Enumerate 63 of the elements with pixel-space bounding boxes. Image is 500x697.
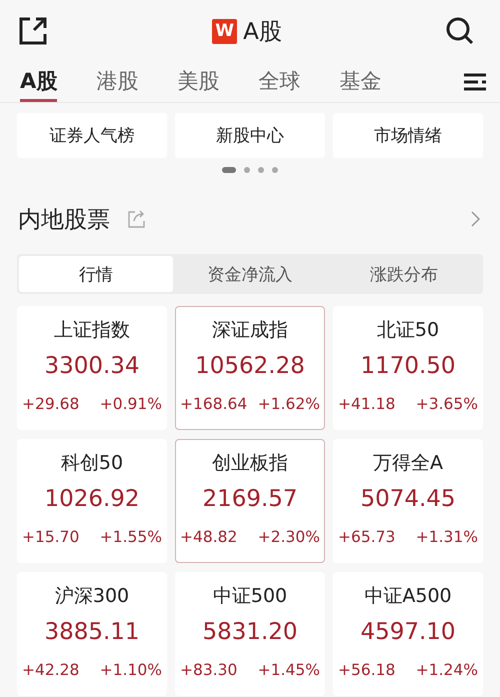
index-card[interactable]: 中证500 5831.20 +83.30 +1.45%	[175, 572, 325, 696]
index-card[interactable]: 深证成指 10562.28 +168.64 +1.62%	[175, 306, 325, 430]
index-name: 中证A500	[364, 584, 452, 609]
market-tab[interactable]: A股	[20, 62, 58, 102]
change-value: +29.68	[22, 395, 80, 413]
market-tab[interactable]: 全球	[258, 62, 300, 102]
index-value: 1026.92	[44, 486, 140, 514]
menu-icon[interactable]	[464, 72, 486, 92]
change-percent: +3.65%	[416, 395, 478, 413]
index-value: 5074.45	[360, 486, 456, 514]
chevron-right-icon[interactable]	[470, 211, 480, 227]
change-percent: +1.45%	[258, 661, 320, 679]
change-percent: +1.31%	[416, 528, 478, 546]
index-name: 科创50	[60, 451, 124, 476]
index-name: 万得全A	[373, 451, 443, 476]
index-card[interactable]: 中证A500 4597.10 +56.18 +1.24%	[333, 572, 483, 696]
change-value: +15.70	[22, 528, 80, 546]
index-value: 4597.10	[360, 619, 456, 647]
change-value: +41.18	[338, 395, 396, 413]
index-value: 3885.11	[44, 619, 140, 647]
change-value: +83.30	[180, 661, 238, 679]
index-value: 3300.34	[44, 353, 140, 381]
change-value: +168.64	[180, 395, 248, 413]
external-link-icon[interactable]	[18, 16, 48, 46]
index-name: 沪深300	[54, 584, 130, 609]
index-name: 深证成指	[212, 318, 288, 343]
index-card[interactable]: 沪深300 3885.11 +42.28 +1.10%	[17, 572, 167, 696]
search-icon[interactable]	[446, 17, 474, 45]
change-percent: +1.62%	[258, 395, 320, 413]
index-name: 北证50	[376, 318, 440, 343]
change-percent: +0.91%	[100, 395, 162, 413]
app-logo: W	[212, 18, 238, 44]
index-name: 创业板指	[212, 451, 288, 476]
segment-tab[interactable]: 涨跌分布	[327, 256, 481, 292]
index-card[interactable]: 创业板指 2169.57 +48.82 +2.30%	[175, 439, 325, 563]
change-value: +42.28	[22, 661, 80, 679]
index-name: 中证500	[212, 584, 288, 609]
change-percent: +1.55%	[100, 528, 162, 546]
shortcut-button[interactable]: 市场情绪	[333, 113, 483, 158]
index-card[interactable]: 万得全A 5074.45 +65.73 +1.31%	[333, 439, 483, 563]
market-tab[interactable]: 基金	[339, 62, 382, 102]
segment-tab[interactable]: 行情	[19, 256, 173, 292]
section-title: 内地股票	[18, 206, 110, 234]
index-card[interactable]: 上证指数 3300.34 +29.68 +0.91%	[17, 306, 167, 430]
index-value: 10562.28	[195, 353, 305, 381]
change-percent: +2.30%	[258, 528, 320, 546]
segment-tab[interactable]: 资金净流入	[173, 256, 327, 292]
shortcut-button[interactable]: 证券人气榜	[17, 113, 167, 158]
change-value: +48.82	[180, 528, 238, 546]
shortcut-button[interactable]: 新股中心	[175, 113, 325, 158]
index-value: 2169.57	[202, 486, 298, 514]
change-value: +56.18	[338, 661, 396, 679]
index-card[interactable]: 科创50 1026.92 +15.70 +1.55%	[17, 439, 167, 563]
change-value: +65.73	[338, 528, 396, 546]
index-value: 1170.50	[360, 353, 456, 381]
index-value: 5831.20	[202, 619, 298, 647]
change-percent: +1.10%	[100, 661, 162, 679]
market-tab[interactable]: 美股	[177, 62, 220, 102]
page-title: A股	[243, 18, 282, 46]
index-card[interactable]: 北证50 1170.50 +41.18 +3.65%	[333, 306, 483, 430]
change-percent: +1.24%	[416, 661, 478, 679]
market-tab[interactable]: 港股	[96, 62, 138, 102]
index-name: 上证指数	[54, 318, 130, 343]
